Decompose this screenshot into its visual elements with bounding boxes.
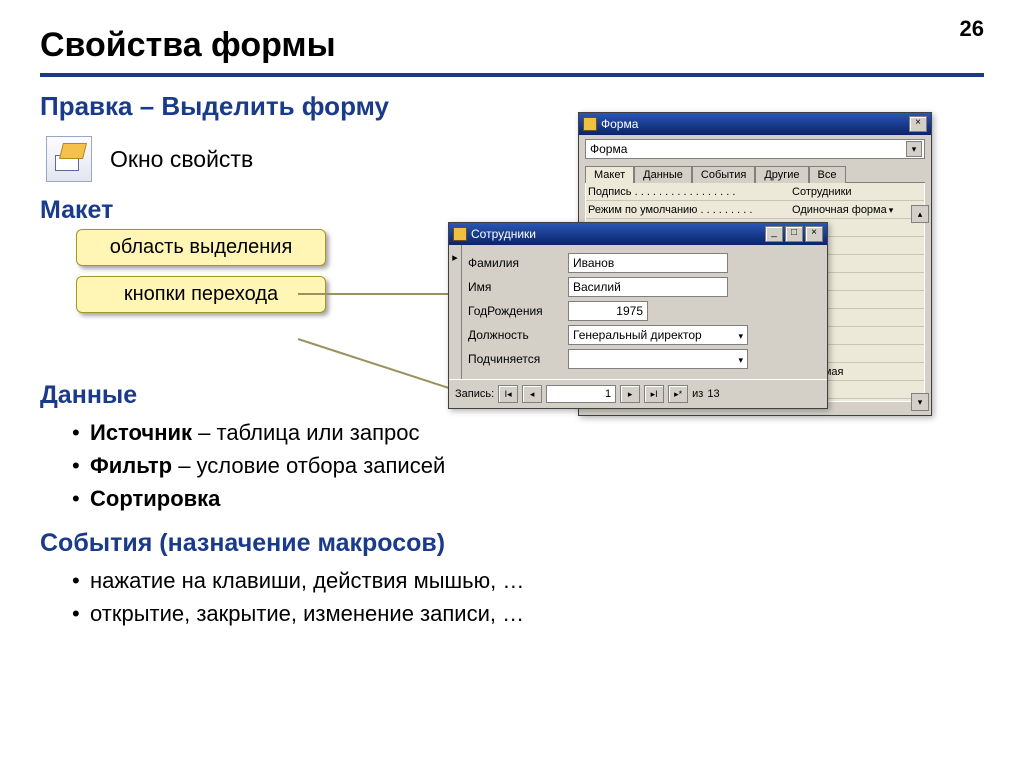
- nav-current-record[interactable]: 1: [546, 385, 616, 403]
- property-value-text: Одиночная форма: [792, 204, 887, 216]
- record-navigator: Запись: I◂ ◂ 1 ▸ ▸I ▸* из 13: [449, 379, 827, 408]
- nav-total: 13: [707, 388, 719, 400]
- tabs: МакетДанныеСобытияДругиеВсе: [585, 165, 925, 183]
- property-value[interactable]: Одиночная форма: [792, 204, 922, 216]
- page-title: Свойства формы: [40, 26, 984, 65]
- field-label: Фамилия: [468, 256, 568, 270]
- window-title: Сотрудники: [471, 227, 536, 241]
- connector-line: [298, 293, 466, 295]
- form-row: Должность Генеральный директор: [468, 325, 821, 345]
- window-title: Форма: [601, 117, 638, 131]
- event-bullets: нажатие на клавиши, действия мышью, … от…: [68, 564, 984, 630]
- form-row: Фамилия Иванов: [468, 253, 821, 273]
- property-row[interactable]: Подпись . . . . . . . . . . . . . . . . …: [586, 183, 924, 201]
- section-events: События (назначение макросов): [40, 529, 984, 558]
- data-bullets: Источник – таблица или запрос Фильтр – у…: [68, 416, 984, 515]
- bullet-bold: Сортировка: [90, 486, 220, 511]
- nav-last-button[interactable]: ▸I: [644, 385, 664, 403]
- titlebar[interactable]: Форма ×: [579, 113, 931, 135]
- page-number: 26: [960, 16, 984, 42]
- field-value: Иванов: [573, 256, 614, 270]
- text-field[interactable]: Иванов: [568, 253, 728, 273]
- field-value: 1975: [616, 304, 643, 318]
- record-selector[interactable]: ▸: [449, 245, 462, 379]
- form-row: Имя Василий: [468, 277, 821, 297]
- property-key: Режим по умолчанию . . . . . . . . .: [588, 204, 792, 216]
- nav-first-button[interactable]: I◂: [498, 385, 518, 403]
- nav-prev-button[interactable]: ◂: [522, 385, 542, 403]
- window-icon: [583, 117, 597, 131]
- tab-макет[interactable]: Макет: [585, 166, 634, 183]
- property-row[interactable]: Режим по умолчанию . . . . . . . . .Один…: [586, 201, 924, 219]
- property-value[interactable]: Сотрудники: [792, 186, 922, 198]
- list-item: открытие, закрытие, изменение записи, …: [68, 597, 984, 630]
- tab-данные[interactable]: Данные: [634, 166, 692, 183]
- title-rule: [40, 73, 984, 77]
- nav-of-label: из: [692, 388, 703, 400]
- chevron-down-icon[interactable]: [906, 141, 922, 157]
- field-value: Василий: [573, 280, 621, 294]
- properties-icon: [46, 136, 92, 182]
- form-row: Подчиняется: [468, 349, 821, 369]
- text-field[interactable]: 1975: [568, 301, 648, 321]
- nav-next-button[interactable]: ▸: [620, 385, 640, 403]
- field-label: Должность: [468, 328, 568, 342]
- chevron-down-icon[interactable]: [738, 328, 743, 342]
- text-field[interactable]: Генеральный директор: [568, 325, 748, 345]
- bullet-bold: Фильтр: [90, 453, 172, 478]
- bullet-rest: – таблица или запрос: [192, 420, 419, 445]
- close-icon[interactable]: ×: [805, 226, 823, 242]
- properties-window-label: Окно свойств: [110, 146, 253, 173]
- window-icon: [453, 227, 467, 241]
- employees-window: Сотрудники _ □ × ▸ Фамилия Иванов Имя Васил…: [448, 222, 828, 409]
- property-key: Подпись . . . . . . . . . . . . . . . . …: [588, 186, 792, 198]
- close-icon[interactable]: ×: [909, 116, 927, 132]
- field-label: ГодРождения: [468, 304, 568, 318]
- list-item: нажатие на клавиши, действия мышью, …: [68, 564, 984, 597]
- list-item: Сортировка: [68, 482, 984, 515]
- scroll-down-icon[interactable]: ▾: [911, 393, 929, 411]
- list-item: Источник – таблица или запрос: [68, 416, 984, 449]
- field-label: Имя: [468, 280, 568, 294]
- callout-selection-area: область выделения: [76, 229, 326, 266]
- bullet-rest: – условие отбора записей: [172, 453, 445, 478]
- list-item: Фильтр – условие отбора записей: [68, 449, 984, 482]
- chevron-down-icon[interactable]: [738, 352, 743, 366]
- tab-события[interactable]: События: [692, 166, 755, 183]
- tab-все[interactable]: Все: [809, 166, 846, 183]
- minimize-icon[interactable]: _: [765, 226, 783, 242]
- bullet-bold: Источник: [90, 420, 192, 445]
- field-value: Генеральный директор: [573, 328, 702, 342]
- scrollbar[interactable]: ▴: [911, 205, 929, 223]
- maximize-icon[interactable]: □: [785, 226, 803, 242]
- chevron-down-icon[interactable]: [889, 204, 894, 216]
- combo-value: Форма: [590, 142, 627, 156]
- scroll-up-icon[interactable]: ▴: [911, 205, 929, 223]
- text-field[interactable]: [568, 349, 748, 369]
- form-row: ГодРождения 1975: [468, 301, 821, 321]
- titlebar[interactable]: Сотрудники _ □ ×: [449, 223, 827, 245]
- nav-new-button[interactable]: ▸*: [668, 385, 688, 403]
- callout-nav-buttons: кнопки перехода: [76, 276, 326, 313]
- nav-label: Запись:: [455, 388, 494, 400]
- field-label: Подчиняется: [468, 352, 568, 366]
- tab-другие[interactable]: Другие: [755, 166, 808, 183]
- property-value-text: Сотрудники: [792, 186, 852, 198]
- object-selector-combo[interactable]: Форма: [585, 139, 925, 159]
- text-field[interactable]: Василий: [568, 277, 728, 297]
